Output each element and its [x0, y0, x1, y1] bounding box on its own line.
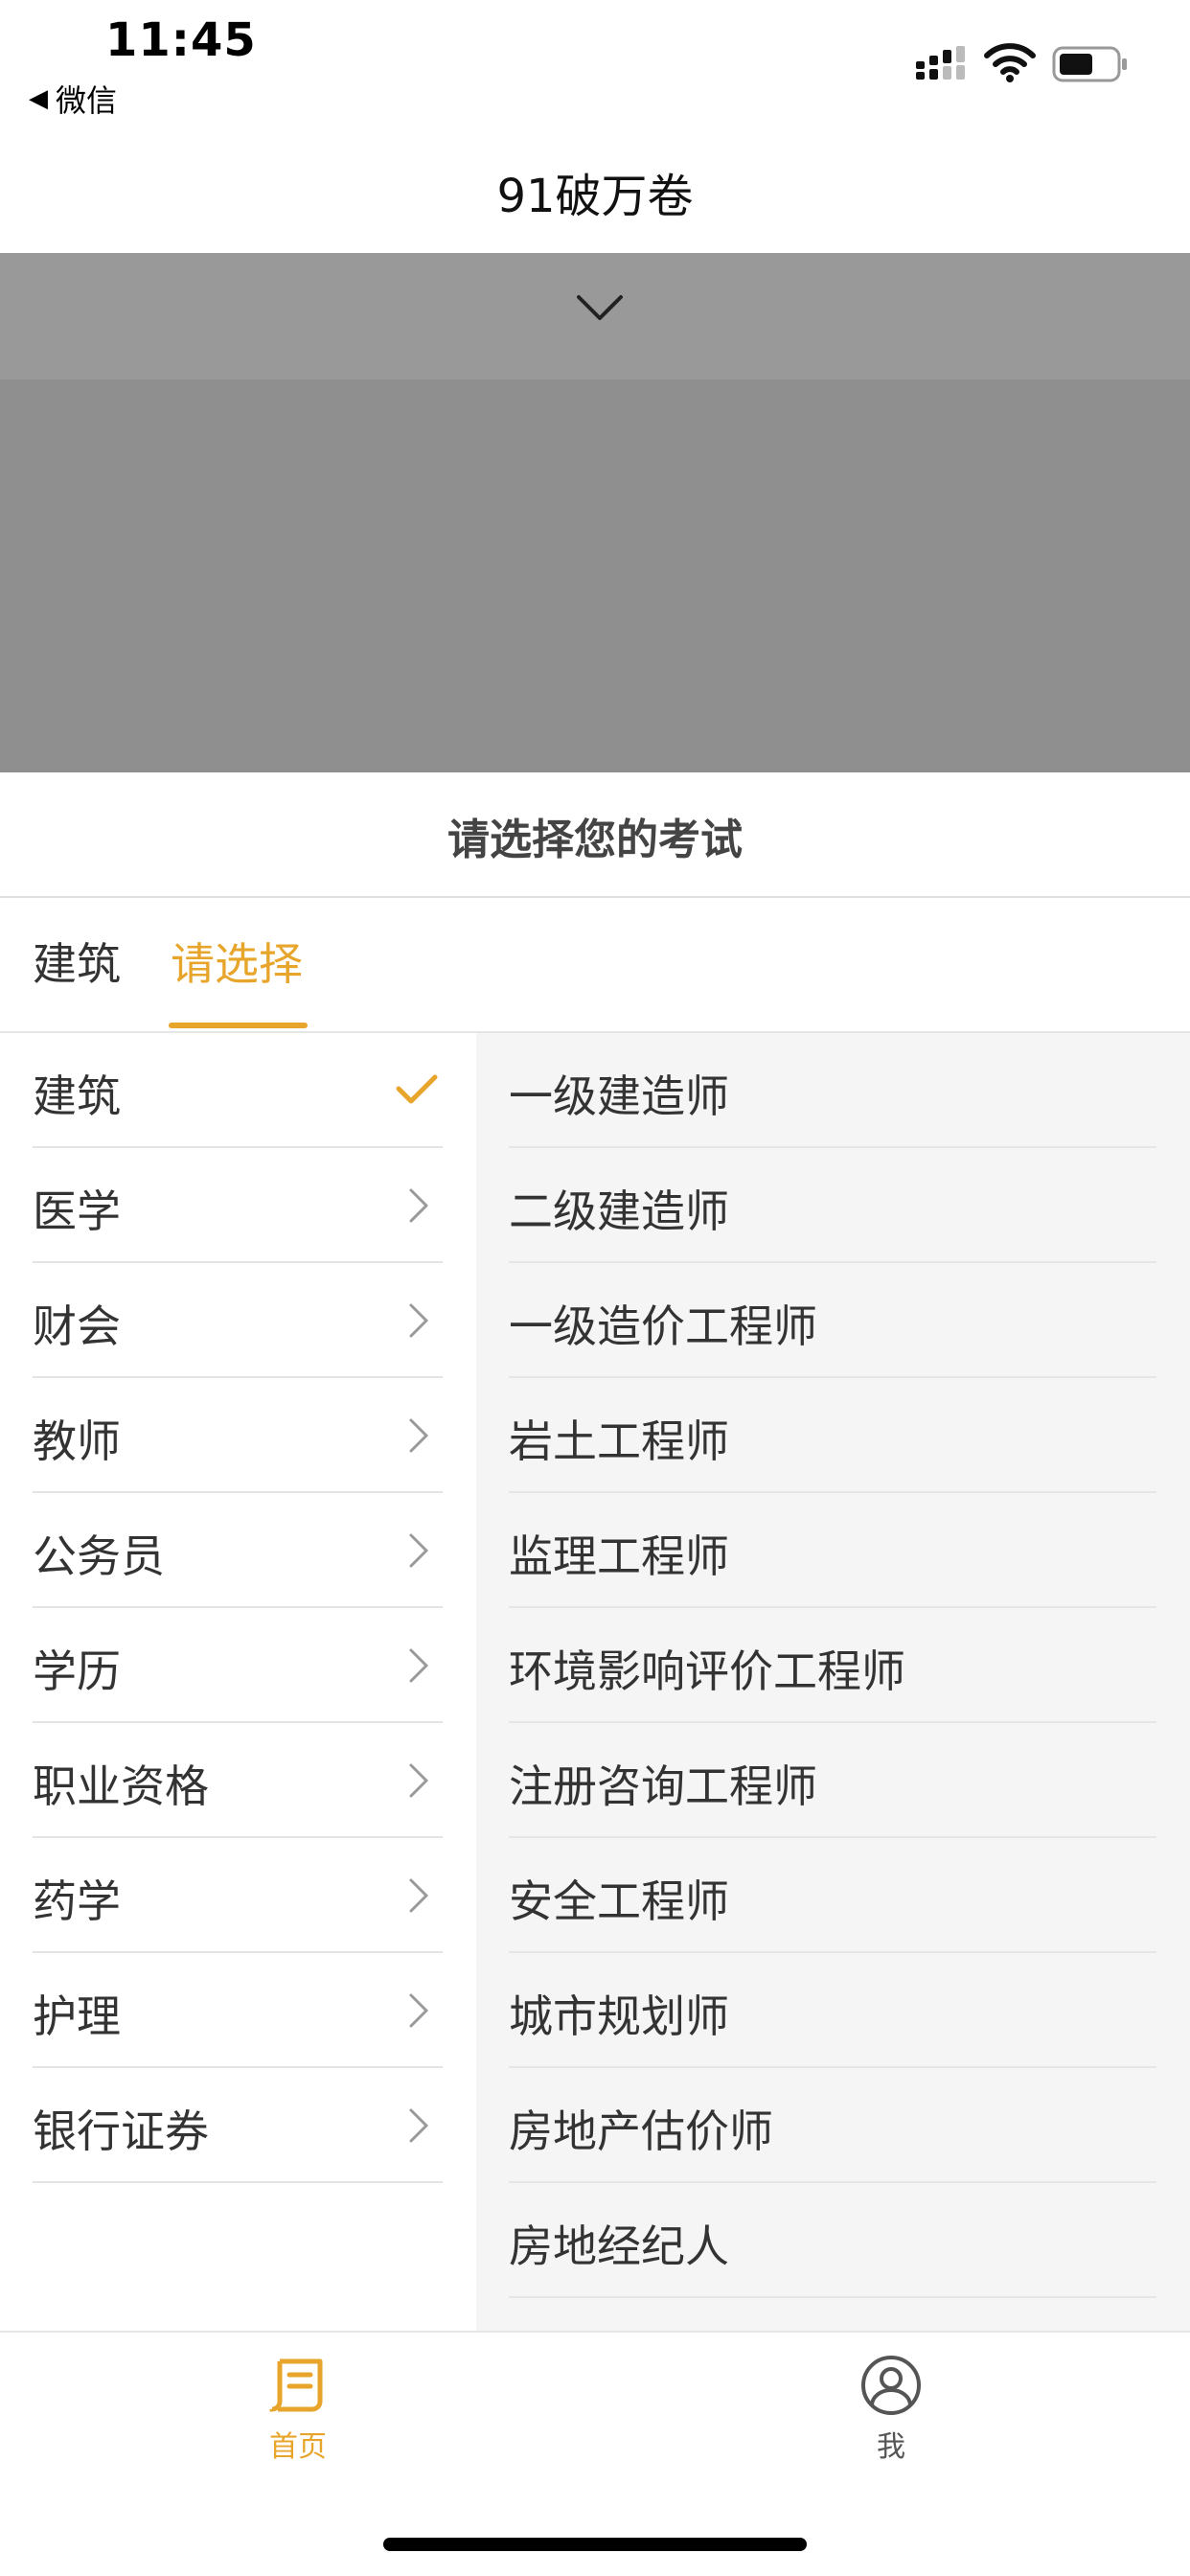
exam-label: 安全工程师 [509, 1875, 729, 1927]
checkmark-icon [396, 1074, 438, 1104]
category-item[interactable]: 银行证券 [33, 2068, 443, 2183]
category-item[interactable]: 建筑 [33, 1033, 443, 1148]
category-label: 职业资格 [33, 1760, 209, 1812]
wifi-icon [984, 43, 1036, 82]
category-item[interactable]: 护理 [33, 1953, 443, 2068]
category-label: 教师 [33, 1415, 121, 1467]
category-item[interactable]: 医学 [33, 1148, 443, 1263]
exam-label: 房地经纪人 [509, 2220, 729, 2272]
category-label: 药学 [33, 1875, 121, 1927]
exam-label: 城市规划师 [509, 1990, 729, 2042]
exam-item[interactable]: 一级建造师 [509, 1033, 1156, 1148]
exam-label: 监理工程师 [509, 1530, 729, 1582]
tabbar-me-label: 我 [877, 2430, 905, 2464]
exam-item[interactable]: 环境影响评价工程师 [509, 1608, 1156, 1723]
category-item[interactable]: 学历 [33, 1608, 443, 1723]
active-tab-indicator [169, 1023, 308, 1028]
tabbar-home-label: 首页 [269, 2430, 327, 2464]
category-item[interactable]: 公务员 [33, 1493, 443, 1608]
tabbar-home[interactable]: 首页 [202, 2354, 394, 2465]
chevron-right-icon [409, 1993, 428, 2028]
exam-item[interactable]: 房地产估价师 [509, 2068, 1156, 2183]
chevron-right-icon [409, 1648, 428, 1683]
back-to-wechat-button[interactable]: ◀ 微信 [29, 77, 117, 121]
exam-label: 房地产估价师 [509, 2105, 773, 2157]
exam-label: 一级造价工程师 [509, 1300, 817, 1352]
exam-item[interactable]: 房地经纪人 [509, 2183, 1156, 2298]
back-label: 微信 [56, 82, 118, 119]
exam-item[interactable]: 岩土工程师 [509, 1378, 1156, 1493]
exam-item[interactable]: 监理工程师 [509, 1493, 1156, 1608]
page-title: 91破万卷 [496, 170, 694, 223]
category-label: 学历 [33, 1645, 121, 1697]
category-item[interactable]: 职业资格 [33, 1723, 443, 1838]
chevron-right-icon [409, 1188, 428, 1223]
category-label: 医学 [33, 1185, 121, 1237]
exam-item[interactable]: 安全工程师 [509, 1838, 1156, 1953]
home-indicator [383, 2538, 807, 2551]
chevron-right-icon [409, 1763, 428, 1798]
divider [0, 896, 1190, 898]
back-triangle-icon: ◀ [29, 84, 48, 113]
category-label: 护理 [33, 1990, 121, 2042]
category-label: 财会 [33, 1300, 121, 1352]
exam-label: 环境影响评价工程师 [509, 1645, 905, 1697]
sheet-title: 请选择您的考试 [447, 816, 743, 864]
category-label: 建筑 [33, 1070, 121, 1122]
category-label: 银行证券 [33, 2105, 209, 2157]
chevron-right-icon [409, 1418, 428, 1453]
battery-icon [1052, 46, 1127, 82]
category-list: 建筑 医学 财会 教师 公务员 学历 职业资格 药学 护理 银行证券 [0, 1033, 476, 2183]
tabbar-me[interactable]: 我 [795, 2354, 987, 2465]
category-item[interactable]: 药学 [33, 1838, 443, 1953]
exam-item[interactable]: 城市规划师 [509, 1953, 1156, 2068]
chevron-right-icon [409, 1533, 428, 1568]
exam-item[interactable]: 一级造价工程师 [509, 1263, 1156, 1378]
cellular-signal-icon [916, 46, 965, 80]
category-label: 公务员 [33, 1530, 165, 1582]
status-time: 11:45 [105, 13, 257, 67]
exam-item[interactable]: 二级建造师 [509, 1148, 1156, 1263]
category-item[interactable]: 教师 [33, 1378, 443, 1493]
exam-list[interactable]: 一级建造师 二级建造师 一级造价工程师 岩土工程师 监理工程师 环境影响评价工程… [476, 1033, 1190, 2331]
category-item[interactable]: 财会 [33, 1263, 443, 1378]
exam-label: 注册咨询工程师 [509, 1760, 817, 1812]
exam-item[interactable]: 注册咨询工程师 [509, 1723, 1156, 1838]
chevron-right-icon [409, 1878, 428, 1913]
scroll-document-icon [269, 2358, 323, 2412]
chevron-down-icon[interactable] [571, 288, 629, 326]
exam-label: 二级建造师 [509, 1185, 729, 1237]
exam-label: 岩土工程师 [509, 1415, 729, 1467]
user-circle-icon [861, 2356, 921, 2415]
tab-selected-category[interactable]: 建筑 [33, 930, 121, 993]
dimmed-backdrop[interactable] [0, 380, 1190, 772]
tab-choose-exam[interactable]: 请选择 [171, 930, 303, 993]
exam-label: 一级建造师 [509, 1070, 729, 1122]
chevron-right-icon [409, 1303, 428, 1338]
chevron-right-icon [409, 2108, 428, 2143]
